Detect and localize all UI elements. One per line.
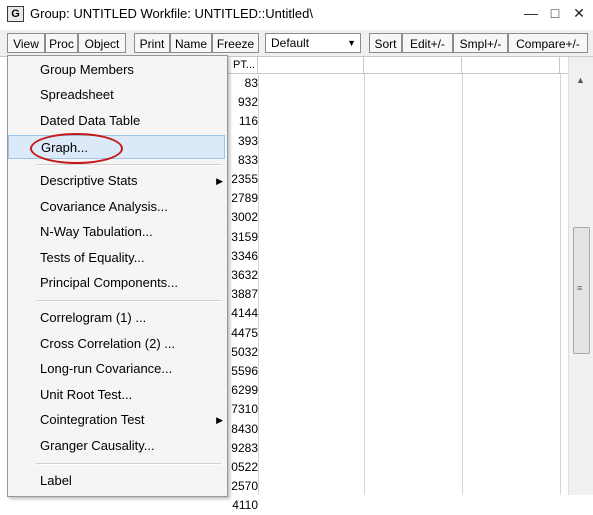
menu-separator xyxy=(36,164,221,166)
close-icon[interactable]: ✕ xyxy=(569,3,589,23)
menu-item-group-members[interactable]: Group Members xyxy=(8,58,225,82)
menu-item-covariance-analysis[interactable]: Covariance Analysis... xyxy=(8,195,225,219)
menu-item-label: Correlogram (1) ... xyxy=(40,310,147,325)
scroll-up-arrow-icon[interactable]: ▲ xyxy=(576,75,585,85)
submenu-arrow-icon: ▶ xyxy=(216,415,223,425)
menu-item-label: N-Way Tabulation... xyxy=(40,224,153,239)
menu-item-label: Tests of Equality... xyxy=(40,250,145,265)
menu-item-label: Descriptive Stats xyxy=(40,173,138,188)
menu-item-label-view[interactable]: Label xyxy=(8,469,225,493)
column-divider xyxy=(258,74,259,495)
menu-item-granger-causality[interactable]: Granger Causality... xyxy=(8,434,225,458)
proc-button[interactable]: Proc xyxy=(45,33,78,53)
column-header-empty[interactable] xyxy=(258,57,364,74)
smpl-button[interactable]: Smpl+/- xyxy=(453,33,508,53)
display-format-value: Default xyxy=(271,36,310,50)
menu-item-dated-data-table[interactable]: Dated Data Table xyxy=(8,109,225,133)
maximize-icon[interactable]: □ xyxy=(545,3,565,23)
edit-button[interactable]: Edit+/- xyxy=(402,33,453,53)
column-header-empty[interactable] xyxy=(462,57,560,74)
menu-item-label: Cross Correlation (2) ... xyxy=(40,336,176,351)
column-header-empty[interactable] xyxy=(560,57,568,74)
menu-item-tests-of-equality[interactable]: Tests of Equality... xyxy=(8,246,225,270)
menu-item-label: Dated Data Table xyxy=(40,113,141,128)
grip-icon: ≡ xyxy=(577,283,583,293)
menu-item-label: Principal Components... xyxy=(40,275,179,290)
compare-button[interactable]: Compare+/- xyxy=(508,33,588,53)
column-divider xyxy=(462,74,463,495)
view-menu: Group Members Spreadsheet Dated Data Tab… xyxy=(7,55,228,497)
submenu-arrow-icon: ▶ xyxy=(216,176,223,186)
vertical-scrollbar[interactable]: ▲ ≡ xyxy=(568,57,593,495)
menu-item-n-way-tabulation[interactable]: N-Way Tabulation... xyxy=(8,220,225,244)
sort-button[interactable]: Sort xyxy=(369,33,402,53)
freeze-button[interactable]: Freeze xyxy=(212,33,259,53)
menu-item-correlogram[interactable]: Correlogram (1) ... xyxy=(8,306,225,330)
view-button[interactable]: View xyxy=(7,33,45,53)
table-cell[interactable]: 4110 xyxy=(222,496,258,515)
group-app-icon: G xyxy=(7,6,24,22)
object-button[interactable]: Object xyxy=(78,33,126,53)
menu-item-descriptive-stats[interactable]: Descriptive Stats ▶ xyxy=(8,169,225,193)
menu-separator xyxy=(36,463,221,465)
menu-item-label: Spreadsheet xyxy=(40,87,114,102)
print-button[interactable]: Print xyxy=(134,33,170,53)
chevron-down-icon: ▼ xyxy=(347,38,356,48)
menu-item-label: Cointegration Test xyxy=(40,412,145,427)
menu-item-unit-root-test[interactable]: Unit Root Test... xyxy=(8,383,225,407)
menu-item-label: Covariance Analysis... xyxy=(40,199,168,214)
menu-item-label: Granger Causality... xyxy=(40,438,155,453)
title-bar: G Group: UNTITLED Workfile: UNTITLED::Un… xyxy=(0,0,593,28)
minimize-icon[interactable]: — xyxy=(521,3,541,23)
menu-item-spreadsheet[interactable]: Spreadsheet xyxy=(8,83,225,107)
scrollbar-thumb[interactable]: ≡ xyxy=(573,227,590,354)
menu-item-label: Long-run Covariance... xyxy=(40,361,173,376)
menu-item-cross-correlation[interactable]: Cross Correlation (2) ... xyxy=(8,332,225,356)
menu-item-long-run-covariance[interactable]: Long-run Covariance... xyxy=(8,357,225,381)
menu-item-label: Group Members xyxy=(40,62,134,77)
menu-item-label: Label xyxy=(40,473,72,488)
column-header-empty[interactable] xyxy=(364,57,462,74)
display-format-select[interactable]: Default ▼ xyxy=(265,33,361,53)
window-title: Group: UNTITLED Workfile: UNTITLED::Unti… xyxy=(30,6,313,21)
menu-item-principal-components[interactable]: Principal Components... xyxy=(8,271,225,295)
menu-separator xyxy=(36,300,221,302)
column-divider xyxy=(560,74,561,495)
menu-item-label: Unit Root Test... xyxy=(40,387,133,402)
name-button[interactable]: Name xyxy=(170,33,212,53)
toolbar: View Proc Object Print Name Freeze Defau… xyxy=(0,30,593,57)
menu-item-cointegration-test[interactable]: Cointegration Test ▶ xyxy=(8,408,225,432)
annotation-circle xyxy=(30,133,123,164)
column-divider xyxy=(364,74,365,495)
